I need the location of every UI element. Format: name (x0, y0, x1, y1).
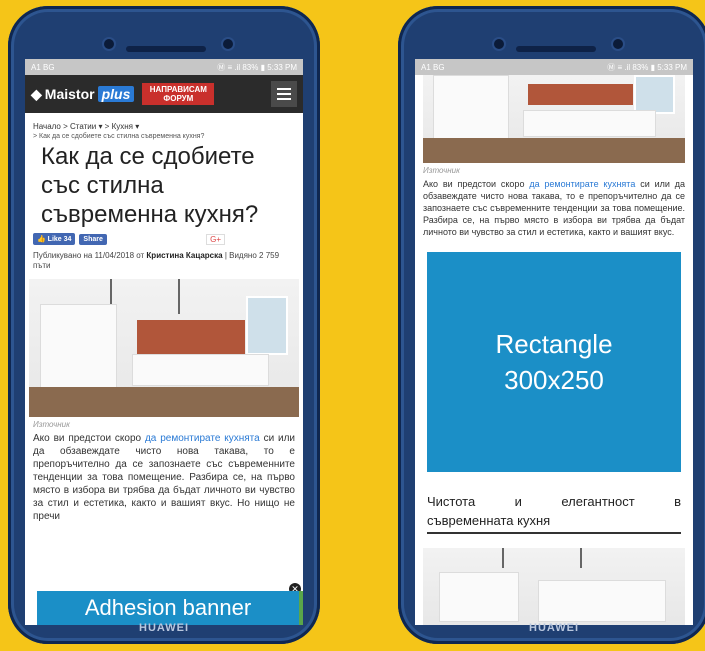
photo-lamp (501, 548, 504, 568)
left-screen: A1 BG Ⓜ ≡ .il 83% ▮ 5:33 PM ◆ Maistor pl… (25, 59, 303, 625)
status-indicators: Ⓜ ≡ .il 83% ▮ 5:33 PM (217, 62, 297, 72)
kitchen-photo (29, 279, 299, 417)
renovate-kitchen-link[interactable]: да ремонтирате кухнята (529, 179, 635, 189)
forum-line2: ФОРУМ (163, 94, 194, 103)
thumbs-up-icon: 👍 (37, 236, 46, 243)
forum-link[interactable]: НАПРАВИСАМ ФОРУМ (142, 83, 215, 105)
ad-label-line2: 300x250 (504, 365, 604, 395)
photo-island (522, 110, 656, 137)
facebook-like-button[interactable]: 👍 Like 34 (33, 233, 76, 245)
logo-plus: plus (97, 86, 135, 102)
image-source-link[interactable]: Източник (415, 163, 693, 178)
photo-floor (29, 386, 299, 417)
phone-brand-label: HUAWEI (139, 622, 189, 634)
facebook-share-button[interactable]: Share (79, 233, 107, 245)
camera-icon (223, 39, 233, 49)
site-logo[interactable]: ◆ Maistor plus (31, 85, 135, 103)
phone-brand-label: HUAWEI (529, 622, 579, 634)
photo-cabinet (39, 303, 118, 392)
camera-icon (613, 39, 623, 49)
forum-line1: НАПРАВИСАМ (149, 85, 207, 94)
article-paragraph: Ако ви предстои скоро да ремонтирате кух… (25, 432, 303, 523)
section-heading-line2: съвременната кухня (427, 513, 681, 534)
status-bar: A1 BG Ⓜ ≡ .il 83% ▮ 5:33 PM (415, 59, 693, 75)
photo-cabinet (438, 572, 520, 622)
photo-floor (423, 138, 685, 163)
kitchen-photo (423, 75, 685, 163)
photo-backsplash (527, 83, 633, 105)
photo-cabinet (433, 75, 509, 139)
hamburger-menu-icon[interactable] (271, 81, 297, 107)
photo-window (246, 295, 289, 355)
para-start: Ако ви предстои скоро (423, 179, 525, 189)
right-phone: A1 BG Ⓜ ≡ .il 83% ▮ 5:33 PM Източник Ако… (398, 6, 705, 644)
camera-icon (494, 39, 504, 49)
site-header: ◆ Maistor plus НАПРАВИСАМ ФОРУМ (25, 75, 303, 113)
rectangle-ad[interactable]: Rectangle 300x250 (427, 252, 681, 472)
right-screen: A1 BG Ⓜ ≡ .il 83% ▮ 5:33 PM Източник Ако… (415, 59, 693, 625)
section-heading: Чистота и елегантност в (415, 472, 693, 513)
earpiece-speaker (516, 46, 596, 52)
ad-label-line1: Rectangle (495, 329, 613, 359)
left-phone: A1 BG Ⓜ ≡ .il 83% ▮ 5:33 PM ◆ Maistor pl… (8, 6, 320, 644)
image-source-link[interactable]: Източник (25, 417, 303, 432)
published-label: Публикувано на 11/04/2018 от (33, 251, 145, 260)
carrier-label: A1 BG (31, 62, 55, 72)
author-link[interactable]: Кристина Кацарска (146, 251, 222, 260)
photo-cabinet (538, 580, 667, 622)
photo-island (131, 353, 269, 386)
photo-backsplash (137, 320, 245, 354)
breadcrumb[interactable]: Начало > Статии ▾ > Кухня ▾ (25, 113, 303, 133)
para-rest: си или да обзавеждате чисто нова такава,… (33, 433, 296, 522)
page-title: Как да се сдобиете със стилна съвременна… (41, 143, 259, 228)
photo-window (633, 75, 675, 115)
earpiece-speaker (126, 46, 206, 52)
heading-word: в (674, 494, 681, 509)
carrier-label: A1 BG (421, 62, 445, 72)
social-bar: 👍 Like 34 Share G+ (25, 229, 303, 249)
status-indicators: Ⓜ ≡ .il 83% ▮ 5:33 PM (607, 62, 687, 72)
logo-mark-icon: ◆ (31, 85, 42, 102)
photo-lamp (580, 548, 583, 568)
breadcrumb-current: > Как да се сдобиете със стилна съвремен… (33, 133, 205, 140)
article-paragraph: Ако ви предстои скоро да ремонтирате кух… (415, 178, 693, 238)
heading-word: и (514, 494, 522, 509)
renovate-kitchen-link[interactable]: да ремонтирате кухнята (145, 433, 260, 444)
google-plus-button[interactable]: G+ (206, 233, 225, 245)
like-count: Like 34 (47, 236, 72, 243)
photo-lamp (177, 279, 180, 314)
camera-icon (104, 39, 114, 49)
kitchen-photo-2 (423, 548, 685, 625)
adhesion-banner-ad[interactable]: Adhesion banner (37, 591, 303, 625)
logo-text: Maistor (44, 86, 95, 102)
para-start: Ако ви предстои скоро (33, 433, 142, 444)
status-bar: A1 BG Ⓜ ≡ .il 83% ▮ 5:33 PM (25, 59, 303, 75)
heading-word: Чистота (427, 494, 476, 509)
article-meta: Публикувано на 11/04/2018 от Кристина Ка… (25, 249, 303, 273)
heading-word: елегантност (561, 494, 635, 509)
